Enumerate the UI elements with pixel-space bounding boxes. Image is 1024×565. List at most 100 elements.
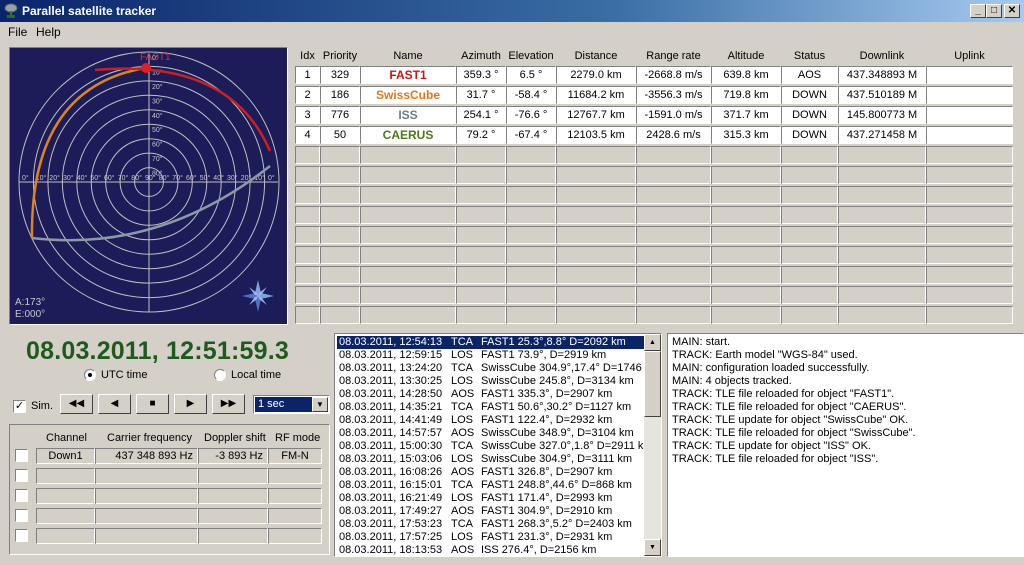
event-item[interactable]: 08.03.2011, 15:03:06 LOS SwissCube 304.9°,… xyxy=(337,453,645,466)
event-item[interactable]: 08.03.2011, 14:35:21 TCA FAST1 50.6°,30.2°… xyxy=(337,401,645,414)
cell-azimuth[interactable]: 79.2 ° xyxy=(456,126,506,144)
cell-range-rate[interactable] xyxy=(636,226,711,244)
cell-uplink[interactable] xyxy=(926,126,1013,144)
cell-name[interactable]: CAERUS xyxy=(360,126,456,144)
cell-idx[interactable]: 3 xyxy=(295,106,320,124)
sim-checkbox[interactable]: ✓ xyxy=(13,400,26,413)
channel-carrier-cell[interactable] xyxy=(95,488,198,504)
cell-name[interactable] xyxy=(360,186,456,204)
satellite-row[interactable]: 2 186 SwissCube 31.7 ° -58.4 ° 11684.2 km -355… xyxy=(295,86,1013,104)
cell-altitude[interactable] xyxy=(711,286,781,304)
channel-doppler-cell[interactable] xyxy=(198,508,268,524)
col-elevation[interactable]: Elevation xyxy=(506,50,556,62)
channel-checkbox[interactable] xyxy=(15,469,28,482)
col-status[interactable]: Status xyxy=(781,50,838,62)
step-back-button[interactable]: ◀ xyxy=(98,394,131,414)
cell-status[interactable]: DOWN xyxy=(781,86,838,104)
cell-priority[interactable]: 776 xyxy=(320,106,360,124)
cell-distance[interactable] xyxy=(556,286,636,304)
channel-carrier-cell[interactable] xyxy=(95,508,198,524)
channel-doppler-cell[interactable]: -3 893 Hz xyxy=(198,448,268,464)
cell-altitude[interactable] xyxy=(711,206,781,224)
cell-priority[interactable] xyxy=(320,266,360,284)
cell-range-rate[interactable]: 2428.6 m/s xyxy=(636,126,711,144)
cell-elevation[interactable]: -67.4 ° xyxy=(506,126,556,144)
cell-azimuth[interactable] xyxy=(456,186,506,204)
cell-status[interactable] xyxy=(781,246,838,264)
cell-priority[interactable] xyxy=(320,166,360,184)
channel-mode-cell[interactable]: FM-N xyxy=(268,448,322,464)
cell-elevation[interactable]: -58.4 ° xyxy=(506,86,556,104)
cell-azimuth[interactable] xyxy=(456,206,506,224)
cell-range-rate[interactable]: -2668.8 m/s xyxy=(636,66,711,84)
cell-distance[interactable] xyxy=(556,146,636,164)
cell-priority[interactable] xyxy=(320,306,360,324)
cell-azimuth[interactable] xyxy=(456,306,506,324)
cell-uplink[interactable] xyxy=(926,266,1013,284)
channel-carrier-cell[interactable] xyxy=(95,468,198,484)
cell-elevation[interactable] xyxy=(506,246,556,264)
satellite-row[interactable] xyxy=(295,246,1013,264)
channel-checkbox[interactable] xyxy=(15,489,28,502)
satellite-row[interactable] xyxy=(295,306,1013,324)
cell-altitude[interactable]: 371.7 km xyxy=(711,106,781,124)
cell-uplink[interactable] xyxy=(926,226,1013,244)
cell-altitude[interactable]: 639.8 km xyxy=(711,66,781,84)
event-item[interactable]: 08.03.2011, 12:54:13 TCA FAST1 25.3°,8.8° … xyxy=(337,336,645,349)
satellite-row[interactable] xyxy=(295,206,1013,224)
message-log[interactable]: MAIN: start. TRACK: Earth model "WGS-84" … xyxy=(667,333,1024,557)
channel-mode-cell[interactable] xyxy=(268,528,322,544)
satellite-row[interactable] xyxy=(295,266,1013,284)
cell-downlink[interactable] xyxy=(838,206,926,224)
cell-name[interactable]: SwissCube xyxy=(360,86,456,104)
cell-priority[interactable]: 329 xyxy=(320,66,360,84)
cell-idx[interactable]: 4 xyxy=(295,126,320,144)
channel-checkbox[interactable] xyxy=(15,449,28,462)
cell-range-rate[interactable] xyxy=(636,246,711,264)
utc-time-radio[interactable] xyxy=(84,369,96,381)
cell-azimuth[interactable] xyxy=(456,266,506,284)
cell-distance[interactable] xyxy=(556,166,636,184)
cell-distance[interactable]: 11684.2 km xyxy=(556,86,636,104)
channel-checkbox[interactable] xyxy=(15,509,28,522)
fast-rewind-button[interactable]: ◀◀ xyxy=(60,394,93,414)
cell-range-rate[interactable] xyxy=(636,306,711,324)
cell-status[interactable] xyxy=(781,306,838,324)
cell-uplink[interactable] xyxy=(926,66,1013,84)
cell-distance[interactable] xyxy=(556,306,636,324)
cell-elevation[interactable] xyxy=(506,306,556,324)
satellite-row[interactable] xyxy=(295,186,1013,204)
col-downlink[interactable]: Downlink xyxy=(838,50,926,62)
cell-downlink[interactable] xyxy=(838,166,926,184)
col-name[interactable]: Name xyxy=(360,50,456,62)
fast1-marker[interactable] xyxy=(141,63,151,73)
cell-status[interactable]: DOWN xyxy=(781,126,838,144)
cell-idx[interactable] xyxy=(295,266,320,284)
cell-name[interactable]: FAST1 xyxy=(360,66,456,84)
cell-name[interactable] xyxy=(360,166,456,184)
scroll-thumb[interactable] xyxy=(644,351,661,417)
cell-range-rate[interactable] xyxy=(636,266,711,284)
cell-idx[interactable] xyxy=(295,246,320,264)
cell-elevation[interactable] xyxy=(506,286,556,304)
channel-channel-cell[interactable] xyxy=(36,468,95,484)
cell-name[interactable] xyxy=(360,306,456,324)
channel-checkbox[interactable] xyxy=(15,529,28,542)
cell-downlink[interactable]: 145.800773 M xyxy=(838,106,926,124)
cell-status[interactable] xyxy=(781,166,838,184)
cell-status[interactable] xyxy=(781,226,838,244)
event-item[interactable]: 08.03.2011, 15:00:30 TCA SwissCube 327.0°,… xyxy=(337,440,653,453)
cell-range-rate[interactable] xyxy=(636,186,711,204)
cell-azimuth[interactable]: 359.3 ° xyxy=(456,66,506,84)
cell-range-rate[interactable] xyxy=(636,146,711,164)
event-item[interactable]: 08.03.2011, 17:57:25 LOS FAST1 231.3°, D=2… xyxy=(337,531,645,544)
satellite-row[interactable] xyxy=(295,286,1013,304)
satellite-row[interactable] xyxy=(295,146,1013,164)
event-item[interactable]: 08.03.2011, 14:57:57 AOS SwissCube 348.9°,… xyxy=(337,427,645,440)
channel-channel-cell[interactable] xyxy=(36,528,95,544)
cell-status[interactable] xyxy=(781,146,838,164)
cell-elevation[interactable] xyxy=(506,186,556,204)
cell-idx[interactable]: 1 xyxy=(295,66,320,84)
event-item[interactable]: 08.03.2011, 16:21:49 LOS FAST1 171.4°, D=2… xyxy=(337,492,645,505)
menu-help[interactable]: Help xyxy=(36,25,61,39)
